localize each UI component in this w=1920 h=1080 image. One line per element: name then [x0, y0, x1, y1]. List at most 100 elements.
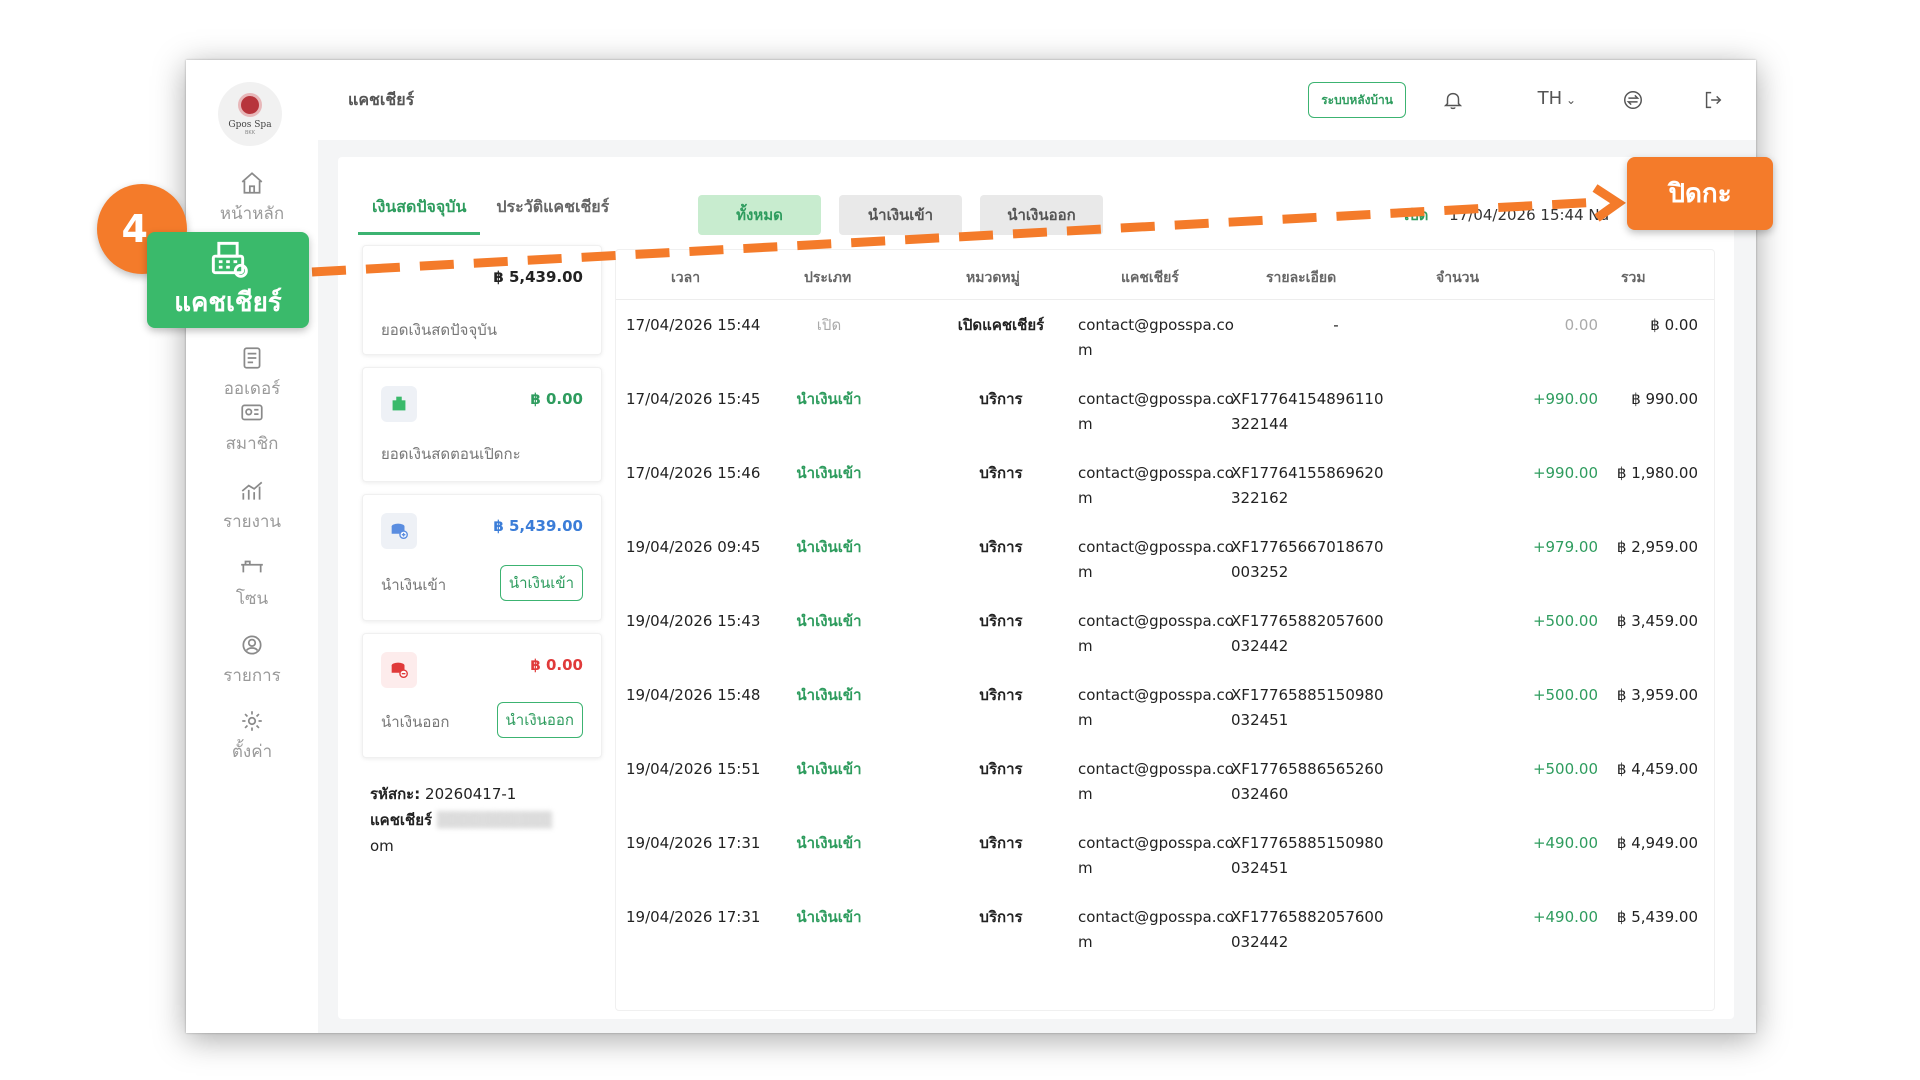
cash-in-button[interactable]: นำเงินเข้า: [499, 565, 583, 601]
row-category: บริการ: [979, 834, 1023, 852]
row-detail: XF17765882057600032442: [1231, 612, 1384, 655]
app-window: Gpos Spa BKK หน้าหลัก ออเดอร์ สมาชิก ราย…: [186, 60, 1756, 1033]
row-date: 17/04/2026 15:44: [626, 316, 761, 334]
row-cashier: contact@gposspa.com: [1078, 538, 1234, 581]
logo-flower-icon: [238, 92, 262, 117]
backoffice-button[interactable]: ระบบหลังบ้าน: [1308, 82, 1406, 118]
sidebar-item-home[interactable]: หน้าหลัก: [186, 170, 318, 227]
table-row: 19/04/2026 17:31 นำเงินเข้า บริการ contact@…: [616, 818, 1714, 892]
sidebar-item-label: หน้าหลัก: [219, 204, 285, 224]
shift-code-label: รหัสกะ:: [370, 785, 421, 803]
row-category: บริการ: [979, 686, 1023, 704]
row-amount: +500.00: [1532, 612, 1598, 630]
coin-stack-out-icon: [381, 652, 417, 688]
row-detail: XF17765667018670003252: [1231, 538, 1384, 581]
row-detail: -: [1333, 316, 1339, 334]
cash-out-label: นำเงินออก: [381, 713, 450, 731]
sidebar-item-label: แคชเชียร์: [174, 288, 282, 318]
opening-cash-card: ฿ 0.00 ยอดเงินสดตอนเปิดกะ: [362, 367, 602, 482]
row-category: บริการ: [979, 390, 1023, 408]
col-category: หมวดหมู่: [966, 270, 1020, 286]
sidebar-item-cashier[interactable]: แคชเชียร์: [147, 232, 309, 328]
row-total: ฿ 3,459.00: [1616, 612, 1698, 630]
settings-gear-icon: [237, 708, 267, 734]
row-total: ฿ 2,959.00: [1616, 538, 1698, 556]
filter-cash-out-button[interactable]: นำเงินออก: [980, 195, 1103, 235]
sidebar-item-reports[interactable]: รายงาน: [186, 478, 318, 535]
sidebar-item-label: รายงาน: [222, 512, 282, 532]
row-category: บริการ: [979, 464, 1023, 482]
shift-meta: รหัสกะ: 20260417-1 แคชเชียร์ ▒▒▒▒▒▒▒▒▒▒ …: [370, 781, 552, 859]
logo-sub: BKK: [245, 129, 255, 136]
row-type: นำเงินเข้า: [796, 908, 862, 926]
close-shift-button[interactable]: ปิดกะ: [1627, 157, 1773, 230]
table-row: 19/04/2026 15:43 นำเงินเข้า บริการ contact@…: [616, 596, 1714, 670]
row-type: นำเงินเข้า: [796, 834, 862, 852]
sidebar-item-settings[interactable]: ตั้งค่า: [186, 708, 318, 765]
col-type: ประเภท: [804, 270, 852, 286]
cash-register-icon: [211, 241, 248, 278]
cashier-redacted: ▒▒▒▒▒▒▒▒▒▒: [436, 811, 553, 829]
row-type: นำเงินเข้า: [796, 464, 862, 482]
row-type: นำเงินเข้า: [796, 538, 862, 556]
col-detail: รายละเอียด: [1266, 270, 1337, 286]
sidebar-item-label: รายการ: [223, 666, 281, 686]
row-total: ฿ 4,459.00: [1616, 760, 1698, 778]
language-value: TH: [1537, 88, 1563, 109]
row-detail: XF17765882057600032442: [1231, 908, 1384, 951]
row-date: 19/04/2026 17:31: [626, 834, 761, 852]
bed-zone-icon: [237, 555, 267, 581]
row-date: 19/04/2026 17:31: [626, 908, 761, 926]
row-amount: +490.00: [1532, 834, 1598, 852]
col-time: เวลา: [671, 270, 701, 286]
row-type: เปิด: [816, 316, 842, 334]
filter-cash-in-button[interactable]: นำเงินเข้า: [839, 195, 962, 235]
filter-all-button[interactable]: ทั้งหมด: [698, 195, 821, 235]
row-category: เปิดแคชเชียร์: [957, 316, 1045, 334]
row-date: 19/04/2026 15:51: [626, 760, 761, 778]
current-cash-value: ฿ 5,439.00: [493, 268, 583, 286]
row-category: บริการ: [979, 760, 1023, 778]
opening-cash-label: ยอดเงินสดตอนเปิดกะ: [381, 445, 521, 463]
main-panel: เงินสดปัจจุบัน ประวัติแคชเชียร์ ทั้งหมด …: [338, 157, 1734, 1019]
open-time: 17/04/2026 15:44 Nd: [1449, 206, 1610, 224]
logo: Gpos Spa BKK: [218, 82, 282, 146]
row-detail: XF17765886565260032460: [1231, 760, 1384, 803]
open-info: เปิด 17/04/2026 15:44 Nd: [1404, 203, 1609, 227]
row-amount: +500.00: [1532, 686, 1598, 704]
logout-icon[interactable]: [1700, 87, 1726, 113]
row-total: ฿ 1,980.00: [1616, 464, 1698, 482]
row-total: ฿ 4,949.00: [1616, 834, 1698, 852]
cash-out-button[interactable]: นำเงินออก: [496, 702, 583, 738]
tab-cashier-history[interactable]: ประวัติแคชเชียร์: [482, 185, 623, 235]
row-cashier: contact@gposspa.com: [1078, 612, 1234, 655]
cash-in-value: ฿ 5,439.00: [493, 517, 583, 535]
row-amount: +990.00: [1532, 390, 1598, 408]
row-type: นำเงินเข้า: [796, 760, 862, 778]
sidebar-item-zones[interactable]: โซน: [186, 555, 318, 612]
tab-bar: เงินสดปัจจุบัน ประวัติแคชเชียร์: [358, 185, 625, 235]
row-cashier: contact@gposspa.com: [1078, 390, 1234, 433]
transaction-table: เวลา ประเภท หมวดหมู่ แคชเชียร์ รายละเอีย…: [615, 249, 1715, 1011]
sidebar-item-members[interactable]: สมาชิก: [186, 400, 318, 457]
sidebar-item-label: ออเดอร์: [223, 379, 281, 399]
order-list-icon: [237, 345, 267, 371]
col-cashier: แคชเชียร์: [1121, 270, 1179, 286]
sidebar-item-services[interactable]: รายการ: [186, 632, 318, 689]
tab-current-cash[interactable]: เงินสดปัจจุบัน: [358, 185, 481, 235]
col-total: รวม: [1621, 270, 1646, 286]
row-cashier: contact@gposspa.com: [1078, 464, 1234, 507]
cash-out-value: ฿ 0.00: [530, 656, 583, 674]
row-detail: XF17765885150980032451: [1231, 834, 1384, 877]
row-cashier: contact@gposspa.com: [1078, 908, 1234, 951]
table-row: 19/04/2026 09:45 นำเงินเข้า บริการ contact@…: [616, 522, 1714, 596]
row-type: นำเงินเข้า: [796, 390, 862, 408]
switch-icon[interactable]: [1620, 87, 1646, 113]
sidebar-item-label: โซน: [235, 589, 269, 609]
bell-icon[interactable]: [1440, 87, 1466, 113]
row-date: 17/04/2026 15:46: [626, 464, 761, 482]
open-label: เปิด: [1404, 206, 1429, 224]
sidebar-item-orders[interactable]: ออเดอร์: [186, 345, 318, 402]
coin-stack-in-icon: [381, 513, 417, 549]
language-selector[interactable]: TH ⌄: [1538, 88, 1576, 109]
